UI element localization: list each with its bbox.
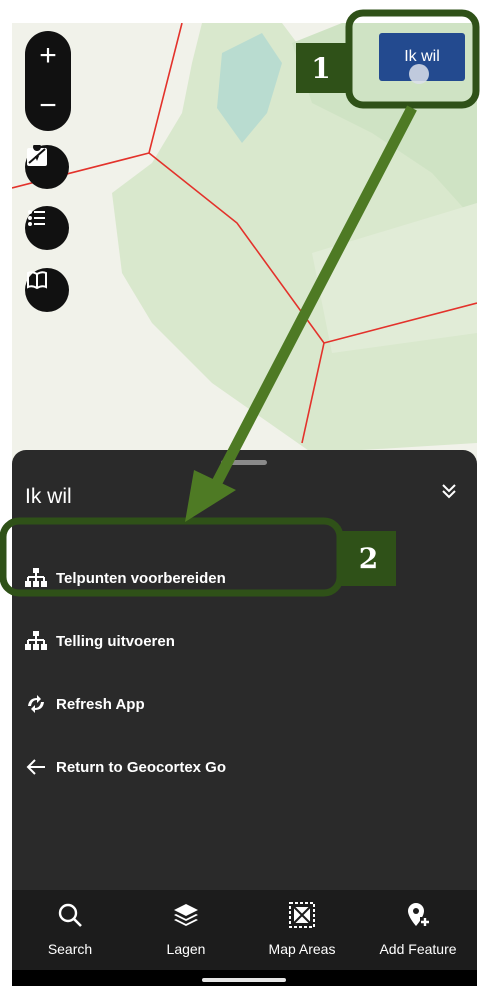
arrow-left-icon xyxy=(25,756,47,778)
map-areas-icon xyxy=(244,900,360,930)
tap-indicator xyxy=(409,64,429,84)
list-item-label: Telpunten voorbereiden xyxy=(56,569,226,587)
map-marker-button[interactable] xyxy=(25,145,69,189)
collapse-panel-button[interactable] xyxy=(440,482,458,505)
hierarchy-icon xyxy=(25,567,47,589)
drag-handle[interactable] xyxy=(221,460,267,465)
zoom-in-button[interactable]: + xyxy=(25,33,71,79)
tab-add-feature[interactable]: Add Feature xyxy=(360,890,476,970)
zoom-control: + − xyxy=(25,31,71,131)
tab-lagen[interactable]: Lagen xyxy=(128,890,244,970)
system-nav-bar xyxy=(12,970,477,986)
list-item-telling-uitvoeren[interactable]: Telling uitvoeren xyxy=(12,621,477,661)
tab-label: Search xyxy=(47,941,93,957)
list-item-label: Telling uitvoeren xyxy=(56,632,175,650)
refresh-icon xyxy=(25,693,47,715)
tab-search[interactable]: Search xyxy=(12,890,128,970)
list-item-return-to-geocortex-go[interactable]: Return to Geocortex Go xyxy=(12,747,477,787)
list-item-telpunten-voorbereiden[interactable]: Telpunten voorbereiden xyxy=(12,558,477,598)
zoom-out-button[interactable]: − xyxy=(25,83,71,129)
tab-label: Add Feature xyxy=(379,941,457,957)
legend-button[interactable] xyxy=(25,206,69,250)
bottom-tab-bar: Search Lagen Map Areas Add Feature xyxy=(12,890,477,970)
map-view[interactable]: + − Ik wil xyxy=(12,23,477,493)
map-canvas xyxy=(12,23,477,493)
double-chevron-down-icon xyxy=(440,484,458,504)
tab-label: Lagen xyxy=(166,941,206,957)
add-feature-icon xyxy=(360,900,476,930)
list-item-refresh-app[interactable]: Refresh App xyxy=(12,684,477,724)
search-icon xyxy=(12,900,128,930)
panel-title: Ik wil xyxy=(25,485,72,508)
app-screen: + − Ik wil Ik wil Telpunten voorbereiden… xyxy=(12,23,477,986)
tab-map-areas[interactable]: Map Areas xyxy=(244,890,360,970)
bookmarks-button[interactable] xyxy=(25,268,69,312)
layers-icon xyxy=(128,900,244,930)
hierarchy-icon xyxy=(25,630,47,652)
list-item-label: Refresh App xyxy=(56,695,145,713)
list-item-label: Return to Geocortex Go xyxy=(56,758,227,776)
step-1-label: 1 xyxy=(296,43,346,93)
tab-label: Map Areas xyxy=(268,941,336,957)
step-2-label: 2 xyxy=(341,531,396,586)
ik-wil-panel: Ik wil Telpunten voorbereiden Telling ui… xyxy=(12,450,477,890)
home-indicator[interactable] xyxy=(202,978,286,982)
